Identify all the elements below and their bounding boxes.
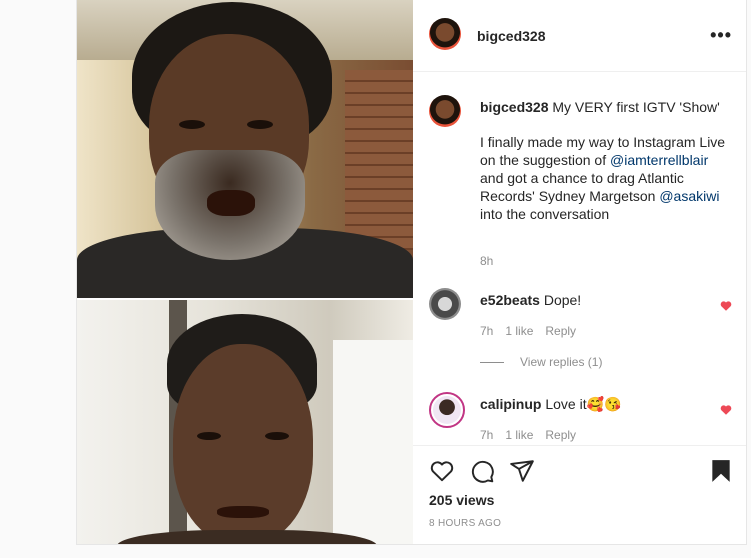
author-username[interactable]: bigced328 bbox=[477, 28, 545, 44]
comment-bubble-icon[interactable] bbox=[469, 458, 495, 484]
commenter-username[interactable]: calipinup bbox=[480, 396, 541, 412]
comment-reply-link[interactable]: Reply bbox=[545, 324, 576, 338]
commenter-username[interactable]: e52beats bbox=[480, 292, 540, 308]
page-right-margin bbox=[747, 0, 751, 558]
igtv-post: bigced328 ••• bigced328 My VERY first IG… bbox=[76, 0, 747, 545]
live-feed-host bbox=[77, 0, 413, 298]
caption-headline: bigced328 My VERY first IGTV 'Show' bbox=[480, 98, 720, 116]
comments-section: bigced328 My VERY first IGTV 'Show' I fi… bbox=[413, 73, 746, 445]
mention-link[interactable]: @asakiwi bbox=[659, 188, 719, 204]
video-player[interactable] bbox=[77, 0, 413, 544]
page-left-margin bbox=[0, 0, 76, 558]
caption-author-avatar[interactable] bbox=[429, 95, 461, 127]
caption-title: My VERY first IGTV 'Show' bbox=[552, 99, 720, 115]
caption-timestamp: 8h bbox=[480, 254, 494, 268]
comment-meta: 7h 1 like Reply bbox=[480, 428, 588, 442]
caption-username[interactable]: bigced328 bbox=[480, 99, 548, 115]
comment-time: 7h bbox=[480, 324, 494, 338]
comment-item: e52beats Dope! 7h 1 like Reply bbox=[429, 288, 732, 340]
mention-link[interactable]: @iamterrellblair bbox=[610, 152, 708, 168]
post-actions: 205 views 8 HOURS AGO bbox=[413, 445, 746, 544]
post-timestamp[interactable]: 8 HOURS AGO bbox=[429, 518, 501, 529]
paper-plane-icon[interactable] bbox=[509, 458, 535, 484]
comment-time: 7h bbox=[480, 428, 494, 442]
live-feed-guest bbox=[77, 300, 413, 544]
heart-filled-icon[interactable] bbox=[720, 300, 732, 312]
more-options-icon[interactable]: ••• bbox=[710, 26, 732, 44]
heart-outline-icon[interactable] bbox=[429, 458, 455, 484]
comment-meta: 7h 1 like Reply bbox=[480, 324, 588, 338]
comment-text: calipinup Love it🥰😘 bbox=[480, 396, 622, 412]
comment-likes[interactable]: 1 like bbox=[505, 428, 533, 442]
view-replies-link[interactable]: View replies (1) bbox=[480, 355, 602, 369]
comment-likes[interactable]: 1 like bbox=[505, 324, 533, 338]
post-side-panel: bigced328 ••• bigced328 My VERY first IG… bbox=[413, 0, 746, 544]
caption-body: I finally made my way to Instagram Live … bbox=[480, 134, 726, 222]
post-header: bigced328 ••• bbox=[413, 0, 746, 72]
heart-filled-icon[interactable] bbox=[720, 404, 732, 416]
commenter-avatar-story-ring[interactable] bbox=[429, 392, 465, 428]
view-count[interactable]: 205 views bbox=[429, 492, 494, 508]
bookmark-filled-icon[interactable] bbox=[708, 458, 734, 484]
commenter-avatar[interactable] bbox=[429, 288, 461, 320]
comment-item: calipinup Love it🥰😘 7h 1 like Reply bbox=[429, 392, 732, 444]
comment-text: e52beats Dope! bbox=[480, 292, 582, 308]
comment-reply-link[interactable]: Reply bbox=[545, 428, 576, 442]
author-avatar[interactable] bbox=[429, 18, 461, 50]
